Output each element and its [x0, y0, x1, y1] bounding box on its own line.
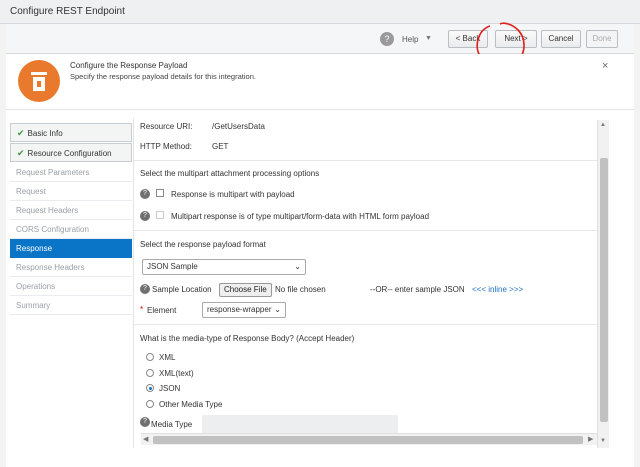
- payload-format-select[interactable]: JSON Sample ⌄: [142, 259, 306, 275]
- chevron-down-icon: ⌄: [294, 262, 301, 271]
- or-enter-label: --OR-- enter sample JSON: [370, 285, 465, 294]
- response-payload-icon: [18, 60, 60, 102]
- wizard-nav: ✔ Basic Info ✔ Resource Configuration Requ…: [10, 123, 132, 315]
- backdrop-right: [634, 0, 640, 467]
- help-icon[interactable]: ?: [140, 284, 150, 294]
- media-radio-json[interactable]: [146, 384, 154, 392]
- help-icon[interactable]: ?: [380, 32, 394, 46]
- payload-format-heading: Select the response payload format: [140, 240, 266, 249]
- element-select[interactable]: response-wrapper ⌄: [202, 302, 286, 318]
- page-subtitle: Specify the response payload details for…: [70, 72, 256, 81]
- element-label: Element: [147, 306, 177, 315]
- media-option-other: Other Media Type: [159, 400, 223, 409]
- media-radio-xml[interactable]: [146, 353, 154, 361]
- media-radio-other[interactable]: [146, 400, 154, 408]
- required-marker: *: [140, 305, 144, 314]
- scroll-thumb[interactable]: [600, 158, 608, 422]
- nav-item-summary: Summary: [10, 296, 132, 315]
- chevron-down-icon: ⌄: [274, 305, 281, 314]
- sample-location-label: Sample Location: [152, 285, 212, 294]
- multipart-heading: Select the multipart attachment processi…: [140, 169, 320, 178]
- nav-item-request: Request: [10, 182, 132, 201]
- http-method-label: HTTP Method:: [140, 142, 192, 151]
- nav-item-label: Resource Configuration: [27, 149, 112, 158]
- horizontal-scrollbar[interactable]: ◀ ▶: [141, 433, 597, 445]
- scroll-thumb[interactable]: [153, 436, 583, 444]
- check-icon: ✔: [17, 148, 25, 158]
- wizard-toolbar: ? Help ▼ < Back Next > Cancel Done: [6, 24, 634, 54]
- http-method-value: GET: [212, 142, 229, 151]
- check-icon: ✔: [17, 128, 25, 138]
- page-title: Configure the Response Payload: [70, 61, 188, 70]
- choose-file-button[interactable]: Choose File: [219, 283, 272, 297]
- divider: [134, 230, 599, 231]
- close-icon[interactable]: ×: [602, 60, 608, 72]
- element-value: response-wrapper: [207, 305, 272, 314]
- scroll-down-icon[interactable]: ▼: [600, 438, 606, 444]
- divider: [134, 324, 599, 325]
- multipart-form-data-checkbox[interactable]: [156, 211, 164, 219]
- multipart-option2-label: Multipart response is of type multipart/…: [171, 212, 430, 221]
- inline-link[interactable]: <<< inline >>>: [472, 285, 523, 294]
- nav-item-resource-configuration[interactable]: ✔ Resource Configuration: [10, 143, 132, 162]
- nav-item-response-headers: Response Headers: [10, 258, 132, 277]
- payload-format-value: JSON Sample: [147, 262, 198, 271]
- page-header: Configure the Response Payload Specify t…: [6, 54, 634, 110]
- resource-uri-label: Resource URI:: [140, 122, 193, 131]
- dialog-title: Configure REST Endpoint: [10, 6, 125, 17]
- nav-item-operations: Operations: [10, 277, 132, 296]
- scroll-left-icon[interactable]: ◀: [143, 435, 148, 443]
- media-type-input[interactable]: [202, 415, 398, 433]
- nav-item-request-parameters: Request Parameters: [10, 163, 132, 182]
- scroll-up-icon[interactable]: ▲: [600, 122, 606, 128]
- multipart-payload-checkbox[interactable]: [156, 189, 164, 197]
- response-form-panel: Resource URI: /GetUsersData HTTP Method:…: [133, 118, 608, 448]
- media-option-json: JSON: [159, 384, 181, 393]
- nav-item-basic-info[interactable]: ✔ Basic Info: [10, 123, 132, 142]
- media-option-xml-text: XML(text): [159, 369, 194, 378]
- vertical-scrollbar[interactable]: ▲ ▼: [597, 120, 609, 448]
- help-icon[interactable]: ?: [140, 189, 150, 199]
- media-type-label: Media Type: [151, 420, 193, 429]
- resource-uri-value: /GetUsersData: [212, 122, 265, 131]
- nav-item-label: Basic Info: [27, 129, 63, 138]
- dialog-titlebar: Configure REST Endpoint: [0, 0, 640, 24]
- media-radio-xml-text[interactable]: [146, 369, 154, 377]
- nav-item-cors-configuration: CORS Configuration: [10, 220, 132, 239]
- done-button[interactable]: Done: [586, 30, 618, 48]
- media-option-xml: XML: [159, 353, 176, 362]
- multipart-option1-label: Response is multipart with payload: [171, 190, 295, 199]
- nav-item-response[interactable]: Response: [10, 239, 132, 258]
- no-file-label: No file chosen: [275, 285, 326, 294]
- cancel-button[interactable]: Cancel: [541, 30, 581, 48]
- media-type-heading: What is the media-type of Response Body?…: [140, 334, 355, 343]
- nav-item-request-headers: Request Headers: [10, 201, 132, 220]
- divider: [134, 160, 599, 161]
- help-icon[interactable]: ?: [140, 417, 150, 427]
- scroll-right-icon[interactable]: ▶: [588, 435, 593, 443]
- help-menu[interactable]: Help: [402, 35, 418, 44]
- chevron-down-icon[interactable]: ▼: [425, 35, 432, 42]
- help-icon[interactable]: ?: [140, 211, 150, 221]
